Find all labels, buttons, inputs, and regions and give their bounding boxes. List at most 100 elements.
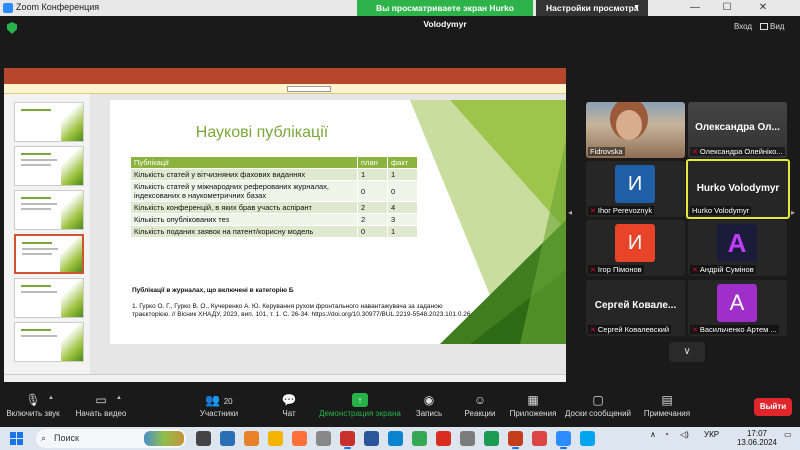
- participant-tile[interactable]: И ✕ Ігор Пімонов: [586, 220, 685, 276]
- table-cell: 1: [387, 168, 418, 181]
- muted-mic-icon: ✕: [590, 208, 596, 215]
- chevron-down-icon: ▼: [633, 4, 640, 11]
- network-icon[interactable]: ◔: [664, 430, 669, 439]
- tray-chevron-icon[interactable]: ∧: [650, 430, 656, 439]
- minimize-button[interactable]: —: [680, 0, 710, 16]
- participant-label: ✕ Ihor Perevoznyk: [588, 206, 655, 215]
- participant-name: Ігор Пімонов: [597, 265, 642, 274]
- share-screen-button[interactable]: ↑ Демонстрация экрана: [318, 389, 402, 427]
- windows-start-icon[interactable]: [10, 432, 23, 445]
- reactions-button[interactable]: ☺ Реакции: [460, 389, 500, 427]
- muted-mic-icon: ✕: [692, 327, 698, 334]
- search-placeholder: Поиск: [54, 433, 79, 443]
- table-row: Кількість статей у вітчизняних фахових в…: [130, 168, 418, 181]
- chrome-icon[interactable]: [412, 431, 427, 446]
- app-icon[interactable]: [316, 431, 331, 446]
- table-cell: Кількість статей у вітчизняних фахових в…: [130, 168, 358, 181]
- participant-name: Васильченко Артем ...: [699, 325, 777, 334]
- participant-tile[interactable]: A ✕ Васильченко Артем ...: [688, 280, 787, 336]
- app-icon[interactable]: [532, 431, 547, 446]
- close-button[interactable]: ✕: [748, 0, 778, 16]
- maximize-button[interactable]: ☐: [712, 0, 742, 16]
- matlab-icon[interactable]: [244, 431, 259, 446]
- start-video-button[interactable]: ▭ Начать видео ▲: [72, 389, 130, 427]
- table-cell: Кількість опублікованих тез: [130, 213, 358, 226]
- chevron-down-icon: ∨: [683, 346, 691, 357]
- app-icon[interactable]: [484, 431, 499, 446]
- notifications-icon[interactable]: ▭: [784, 430, 792, 439]
- view-settings-label: Настройки просмотра: [546, 3, 639, 13]
- split-right-arrow-icon[interactable]: ▸: [791, 208, 795, 217]
- table-cell: Кількість поданих заявок на патент/корис…: [130, 225, 358, 238]
- participant-display-name: Сергей Ковале...: [594, 300, 677, 311]
- table-header: Публікації: [130, 156, 358, 169]
- participant-avatar: И: [615, 224, 655, 262]
- taskbar-search[interactable]: ⌕ Поиск: [36, 429, 186, 448]
- volume-icon[interactable]: ◁): [680, 430, 689, 439]
- app-icon[interactable]: [220, 431, 235, 446]
- participants-label: Участники: [199, 409, 239, 418]
- participant-tile[interactable]: Fidrovska: [586, 102, 685, 158]
- participant-tile[interactable]: И ✕ Ihor Perevoznyk: [586, 161, 685, 217]
- table-cell: 2: [357, 213, 388, 226]
- slide-title: Наукові публікації: [195, 124, 329, 141]
- participant-name: Сергей Ковалевский: [597, 325, 670, 334]
- app-icon[interactable]: [460, 431, 475, 446]
- slide-thumbnail-selected: [14, 234, 84, 274]
- slide-thumbnail: [14, 190, 84, 230]
- record-button[interactable]: ◉ Запись: [412, 389, 446, 427]
- word-icon[interactable]: [364, 431, 379, 446]
- muted-mic-icon: ✕: [590, 267, 596, 274]
- taskbar-clock[interactable]: 17:07 13.06.2024: [736, 429, 778, 447]
- app-icon[interactable]: [340, 431, 355, 449]
- split-left-arrow-icon[interactable]: ◂: [568, 208, 572, 217]
- apps-button[interactable]: ▦ Приложения: [508, 389, 558, 427]
- leave-button[interactable]: Выйти: [754, 398, 792, 416]
- participant-label: ✕ Васильченко Артем ...: [690, 325, 779, 334]
- explorer-icon[interactable]: [268, 431, 283, 446]
- record-icon: ◉: [423, 393, 435, 407]
- unmute-button[interactable]: 🎙 Включить звук ▲: [4, 389, 62, 427]
- enable-editing-button: [287, 86, 331, 92]
- security-shield-icon[interactable]: [7, 22, 17, 34]
- participant-label: ✕ Сергей Ковалевский: [588, 325, 672, 334]
- view-settings-button[interactable]: Настройки просмотра ▼: [536, 0, 648, 16]
- slide-thumbnail: [14, 102, 84, 142]
- reference-text: 1. Гурко О. Г., Гурко В. О., Кучеренко А…: [132, 303, 471, 318]
- whiteboards-button[interactable]: ▢ Доски сообщений: [564, 389, 632, 427]
- participants-scroll-down-button[interactable]: ∨: [669, 342, 705, 362]
- powerpoint-icon[interactable]: [508, 431, 523, 449]
- participant-avatar: A: [717, 224, 757, 262]
- zoom-icon[interactable]: [556, 431, 571, 449]
- table-cell: 4: [387, 201, 418, 214]
- video-off-icon: ▭: [95, 393, 107, 407]
- participant-tile-active-speaker[interactable]: Hurko Volodymyr Hurko Volodymyr: [686, 159, 790, 219]
- chat-button[interactable]: 💬 Чат: [276, 389, 302, 427]
- search-highlight-image: [144, 431, 184, 446]
- participant-tile[interactable]: A ✕ Андрій Сумінов: [688, 220, 787, 276]
- exit-fullscreen-button[interactable]: Вход: [734, 22, 752, 31]
- participant-tile[interactable]: Сергей Ковале... ✕ Сергей Ковалевский: [586, 280, 685, 336]
- slide-thumbnail: [14, 322, 84, 362]
- participants-button[interactable]: 👥 20 Участники: [198, 389, 240, 427]
- participant-name: Hurko Volodymyr: [690, 206, 752, 215]
- record-label: Запись: [415, 409, 443, 418]
- whiteboards-label: Доски сообщений: [564, 409, 631, 418]
- view-button[interactable]: Вид: [760, 22, 784, 31]
- participant-tile[interactable]: Олександра Ол... ✕ Олександра Олейніко...: [688, 102, 787, 158]
- reactions-icon: ☺: [473, 393, 487, 407]
- app-icon[interactable]: [580, 431, 595, 446]
- table-cell: 2: [357, 201, 388, 214]
- grid-view-icon: [760, 23, 768, 30]
- participant-name: Андрій Сумінов: [699, 265, 754, 274]
- table-row: Кількість опублікованих тез 2 3: [130, 213, 418, 226]
- table-header: факт: [387, 156, 418, 169]
- notes-button[interactable]: ▤ Примечания: [642, 389, 692, 427]
- edge-icon[interactable]: [388, 431, 403, 446]
- task-view-icon[interactable]: [196, 431, 211, 446]
- participant-label: ✕ Ігор Пімонов: [588, 265, 644, 274]
- acrobat-icon[interactable]: [436, 431, 451, 446]
- language-indicator[interactable]: УКР: [704, 430, 719, 439]
- participant-display-name: Олександра Ол...: [695, 122, 780, 133]
- firefox-icon[interactable]: [292, 431, 307, 446]
